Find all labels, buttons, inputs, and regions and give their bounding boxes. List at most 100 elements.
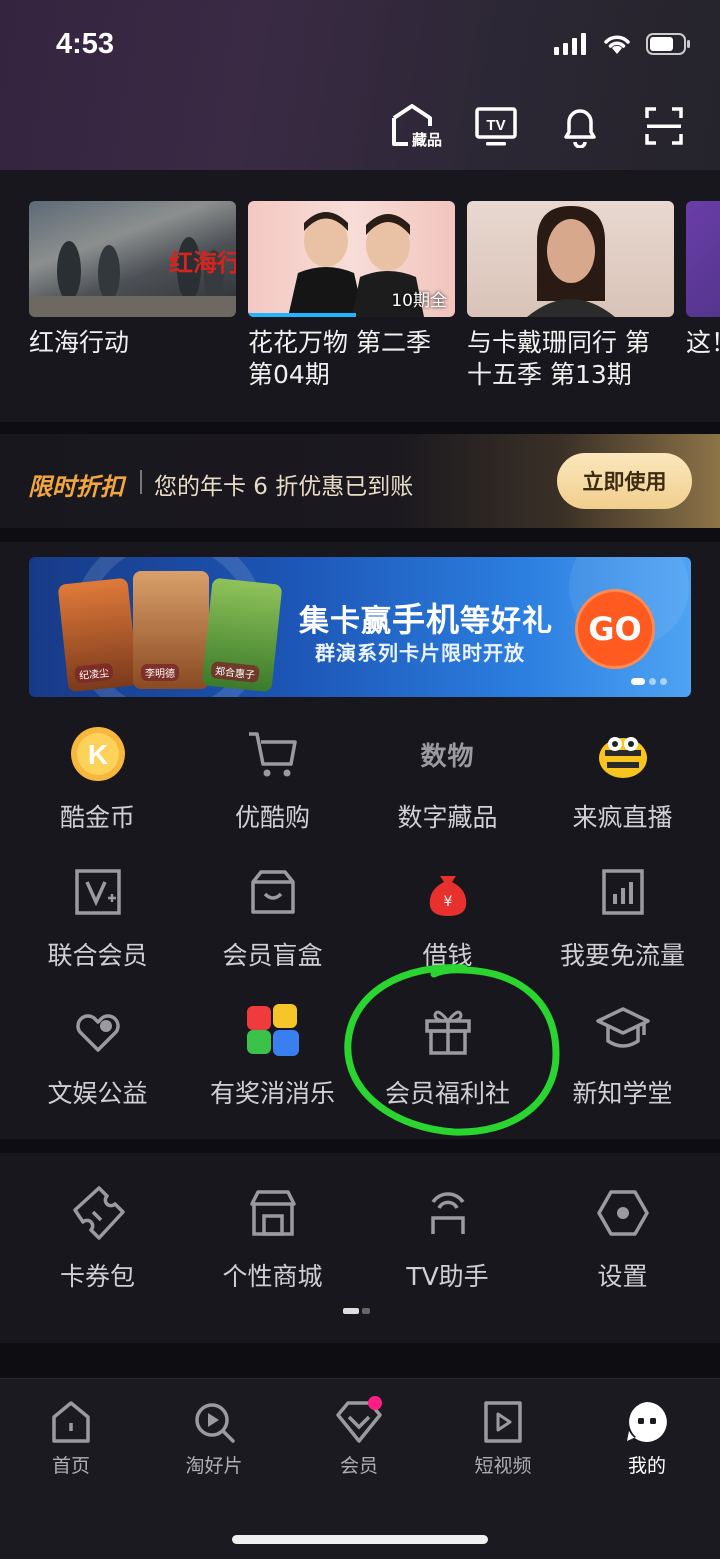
tv-button[interactable]: TV xyxy=(470,100,522,152)
service-charity[interactable]: 文娱公益 xyxy=(10,1000,185,1110)
tool-store[interactable]: 个性商城 xyxy=(185,1183,360,1293)
home-indicator[interactable] xyxy=(232,1535,488,1544)
tab-short-video[interactable]: 短视频 xyxy=(448,1399,558,1478)
history-card[interactable]: 红海行动 红海行动 xyxy=(29,201,236,391)
tool-label: 设置 xyxy=(597,1262,648,1291)
divider xyxy=(0,528,720,542)
banner-pager xyxy=(631,678,667,685)
character-card: 纪凌尘 xyxy=(57,577,139,693)
settings-icon xyxy=(593,1183,653,1243)
bell-icon xyxy=(564,109,596,148)
service-match-game[interactable]: 有奖消消乐 xyxy=(185,1000,360,1110)
service-label: 会员盲盒 xyxy=(222,941,323,970)
gift-icon xyxy=(418,1000,478,1060)
bee-icon xyxy=(593,724,653,784)
collection-button[interactable]: 藏品 xyxy=(386,100,442,152)
scan-button[interactable] xyxy=(638,100,690,152)
service-label: 数字藏品 xyxy=(397,803,498,832)
tab-me[interactable]: 我的 xyxy=(592,1399,702,1478)
service-label: 文娱公益 xyxy=(47,1079,148,1108)
profile-header: 4:53 藏品 TV xyxy=(0,0,720,170)
promo-separator xyxy=(140,470,142,494)
promo-banner[interactable]: 纪凌尘 李明德 郑合惠子 集卡赢手机等好礼 群演系列卡片限时开放 GO xyxy=(29,557,691,697)
service-grid-row: 联合会员 会员盲盒 ¥ 借钱 我要免流量 xyxy=(0,862,720,972)
service-joint-vip[interactable]: 联合会员 xyxy=(10,862,185,972)
character-card: 郑合惠子 xyxy=(201,577,283,693)
tab-label: 会员 xyxy=(339,1455,378,1477)
movie-logo-text: 红海行动 xyxy=(169,248,236,277)
pager-dot xyxy=(343,1308,359,1314)
history-card[interactable]: 10期全 花花万物 第二季 第04期 xyxy=(248,201,455,391)
vip-notification-dot xyxy=(368,1396,382,1410)
tool-label: TV助手 xyxy=(406,1262,489,1291)
service-borrow[interactable]: ¥ 借钱 xyxy=(360,862,535,972)
digital-collection-icon: 数物 xyxy=(418,724,478,784)
match-game-icon xyxy=(243,1000,303,1060)
tool-coupons[interactable]: 卡券包 xyxy=(10,1183,185,1293)
tab-home[interactable]: 首页 xyxy=(16,1399,126,1478)
svg-text:K: K xyxy=(87,739,107,770)
blind-box-icon xyxy=(243,862,303,922)
character-name: 李明德 xyxy=(141,664,179,681)
history-card[interactable]: 与卡戴珊同行 第十五季 第13期 xyxy=(467,201,674,391)
service-knowledge[interactable]: 新知学堂 xyxy=(535,1000,710,1110)
graduation-cap-icon xyxy=(593,1000,653,1060)
service-shop[interactable]: 优酷购 xyxy=(185,724,360,834)
wifi-icon xyxy=(604,35,630,54)
notifications-button[interactable] xyxy=(554,100,606,152)
character-name: 纪凌尘 xyxy=(74,662,114,684)
tool-tv-assistant[interactable]: TV助手 xyxy=(360,1183,535,1293)
tool-settings[interactable]: 设置 xyxy=(535,1183,710,1293)
service-live[interactable]: 来疯直播 xyxy=(535,724,710,834)
service-free-data[interactable]: 我要免流量 xyxy=(535,862,710,972)
episode-count-badge: 10期全 xyxy=(391,291,447,311)
service-member-welfare[interactable]: 会员福利社 xyxy=(360,1000,535,1110)
short-video-icon xyxy=(484,1401,522,1443)
service-grid-row: K 酷金币 优酷购 数物 数字藏品 来疯直播 xyxy=(0,724,720,834)
pager-dot xyxy=(660,678,667,685)
history-title: 与卡戴珊同行 第十五季 第13期 xyxy=(467,328,650,389)
tv-assistant-icon xyxy=(418,1183,478,1243)
divider xyxy=(0,422,720,434)
banner-headline: 集卡赢手机等好礼 xyxy=(299,593,553,641)
svg-text:¥: ¥ xyxy=(443,894,452,910)
digital-collection-icon-text: 数物 xyxy=(420,741,475,772)
signal-icon xyxy=(554,33,586,55)
discount-promo-bar[interactable]: 限时折扣 您的年卡 6 折优惠已到账 立即使用 xyxy=(0,434,720,528)
tab-label: 淘好片 xyxy=(185,1455,243,1477)
scan-icon xyxy=(645,107,683,145)
tv-icon: TV xyxy=(475,107,517,146)
header-actions: 藏品 TV xyxy=(386,100,690,152)
history-thumbnail: 10期全 xyxy=(248,201,455,317)
banner-headline-post: 等好礼 xyxy=(460,604,553,639)
tools-row: 卡券包 个性商城 TV助手 设置 xyxy=(0,1183,720,1293)
bottom-tab-bar: 首页 淘好片 会员 短视频 我的 xyxy=(0,1378,720,1559)
banner-go-button[interactable]: GO xyxy=(575,589,655,669)
k-coin-icon: K xyxy=(68,724,128,784)
service-label: 我要免流量 xyxy=(559,941,685,970)
ticket-icon xyxy=(68,1183,128,1243)
service-blind-box[interactable]: 会员盲盒 xyxy=(185,862,360,972)
me-icon xyxy=(627,1402,667,1442)
use-now-button[interactable]: 立即使用 xyxy=(557,453,692,509)
divider xyxy=(0,1343,720,1378)
history-title: 花花万物 第二季 第04期 xyxy=(248,328,431,389)
history-thumbnail: 红海行动 xyxy=(29,201,236,317)
service-label: 借钱 xyxy=(422,941,473,970)
service-label: 会员福利社 xyxy=(384,1079,510,1108)
divider xyxy=(0,1139,720,1153)
service-label: 联合会员 xyxy=(47,941,148,970)
history-list: 红海行动 红海行动 10期全 花花万物 第二季 第04期 xyxy=(29,201,720,391)
portrait-image xyxy=(527,206,615,317)
service-coins[interactable]: K 酷金币 xyxy=(10,724,185,834)
history-thumbnail xyxy=(686,201,720,317)
tab-discover[interactable]: 淘好片 xyxy=(159,1399,269,1478)
tools-section: 卡券包 个性商城 TV助手 设置 xyxy=(0,1153,720,1343)
service-label: 酷金币 xyxy=(59,803,135,832)
service-digital-collection[interactable]: 数物 数字藏品 xyxy=(360,724,535,834)
services-section: 纪凌尘 李明德 郑合惠子 集卡赢手机等好礼 群演系列卡片限时开放 GO K 酷金… xyxy=(0,542,720,1139)
collection-icon-label: 藏品 xyxy=(411,131,442,149)
pager-dot xyxy=(649,678,656,685)
history-card[interactable]: 这！二季 xyxy=(686,201,720,391)
tab-vip[interactable]: 会员 xyxy=(304,1396,414,1478)
